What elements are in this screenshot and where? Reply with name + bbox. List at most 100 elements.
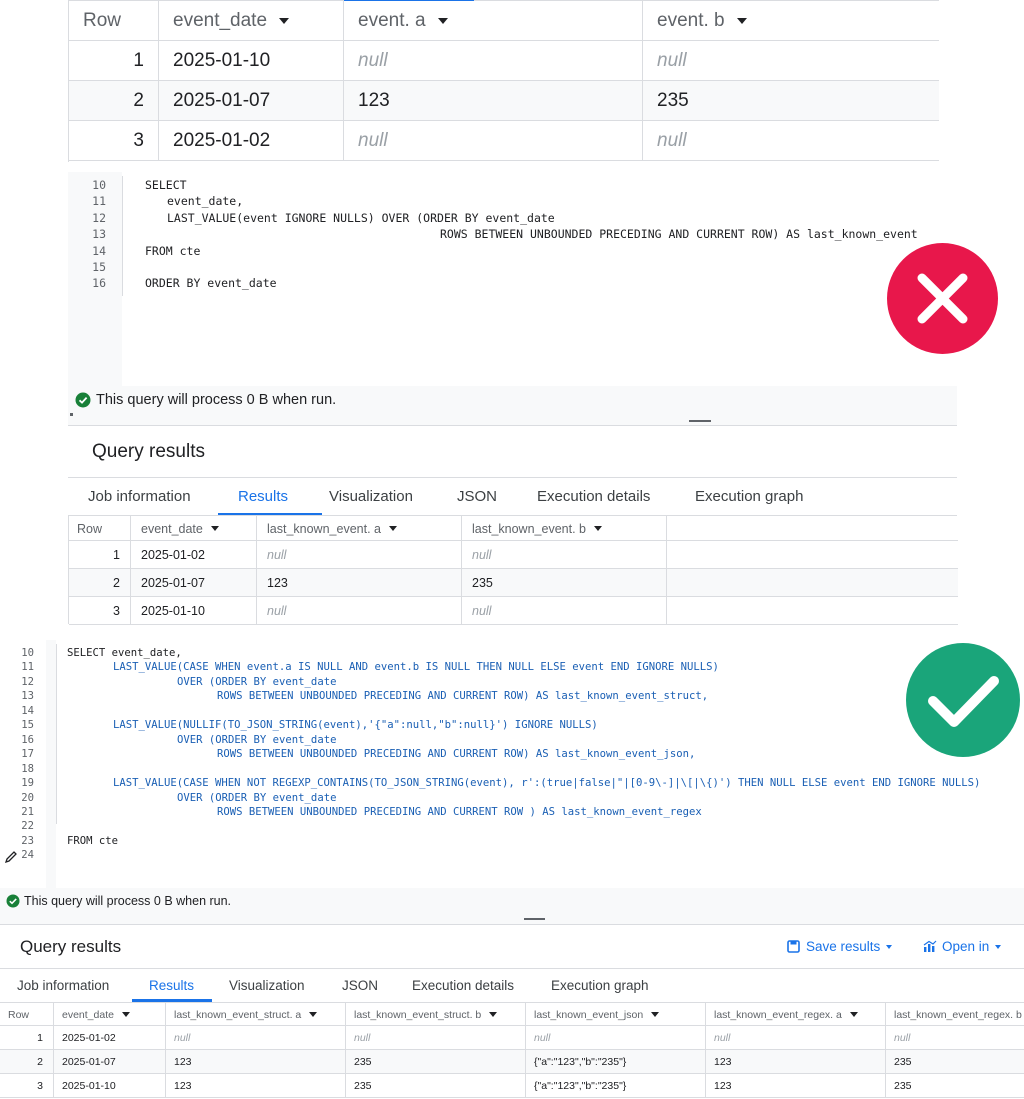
table-cell: 235: [894, 1056, 912, 1068]
tab-execution-graph[interactable]: Execution graph: [551, 978, 649, 993]
tab-job-information[interactable]: Job information: [88, 488, 191, 505]
code-line[interactable]: ROWS BETWEEN UNBOUNDED PRECEDING AND CUR…: [217, 806, 702, 818]
code-line[interactable]: ORDER BY event_date: [145, 276, 277, 290]
line-number: 10: [92, 178, 106, 192]
row-number: 2: [0, 1050, 54, 1074]
check-circle-icon: [75, 392, 91, 413]
results-table-2: Row event_date last_known_event_struct. al…: [0, 1003, 1024, 1099]
table-cell: null: [657, 50, 687, 71]
col-header-row[interactable]: Row: [69, 1, 159, 41]
tab-execution-details[interactable]: Execution details: [537, 488, 650, 505]
column-header[interactable]: Row: [0, 1003, 54, 1026]
table-cell: {"a":"123","b":"235"}: [526, 1050, 706, 1074]
sort-down-icon[interactable]: [736, 18, 747, 24]
column-header[interactable]: last_known_event_regex. a: [706, 1003, 886, 1026]
table-cell: 235: [462, 569, 667, 597]
line-number: 12: [21, 675, 34, 688]
sql-editor-1[interactable]: 10 SELECT 11 event_date, 12 LAST_VALUE(event …: [68, 172, 957, 386]
table-cell: 2025-01-02: [54, 1026, 166, 1050]
table-row: 3 2025-01-02 null null: [69, 121, 939, 161]
table-cell: null: [706, 1026, 886, 1050]
column-header[interactable]: last_known_event. b: [462, 516, 667, 541]
tab-results[interactable]: Results: [149, 978, 194, 993]
sort-down-icon[interactable]: [279, 18, 290, 24]
check-circle-icon: [6, 894, 20, 913]
tab-visualization[interactable]: Visualization: [229, 978, 305, 993]
code-line[interactable]: FROM cte: [67, 835, 118, 847]
code-line[interactable]: LAST_VALUE(CASE WHEN event.a IS NULL AND…: [113, 661, 719, 673]
sort-down-icon[interactable]: [210, 526, 219, 531]
row-number: 3: [69, 597, 131, 625]
code-line[interactable]: ROWS BETWEEN UNBOUNDED PRECEDING AND CUR…: [217, 690, 708, 702]
tab-results[interactable]: Results: [238, 488, 288, 505]
results-tabs-1: Job information Results Visualization JS…: [68, 478, 957, 516]
table-header: Row event_date last_known_event_struct. al…: [0, 1003, 1024, 1026]
column-header[interactable]: last_known_event. a: [257, 516, 462, 541]
filler-cell: [667, 597, 958, 625]
row-number: 3: [0, 1074, 54, 1098]
save-results-button[interactable]: Save results: [787, 939, 893, 954]
tab-execution-graph[interactable]: Execution graph: [695, 488, 803, 505]
column-header[interactable]: last_known_event_json: [526, 1003, 706, 1026]
table-cell: 2025-01-07: [159, 81, 344, 121]
tab-json[interactable]: JSON: [342, 978, 378, 993]
chevron-down-icon: [995, 944, 1002, 949]
row-number: 1: [0, 1026, 54, 1050]
column-header[interactable]: event_date: [131, 516, 257, 541]
code-line[interactable]: LAST_VALUE(NULLIF(TO_JSON_STRING(event),…: [113, 719, 598, 731]
code-line[interactable]: ROWS BETWEEN UNBOUNDED PRECEDING AND CUR…: [217, 748, 695, 760]
sort-down-icon[interactable]: [651, 1012, 660, 1017]
line-number: 13: [21, 690, 34, 703]
sort-down-icon[interactable]: [489, 1012, 498, 1017]
sort-down-icon[interactable]: [309, 1012, 318, 1017]
table-cell: 123: [166, 1050, 346, 1074]
sql-editor-2[interactable]: 10 SELECT event_date, 11 LAST_VALUE(CASE WH…: [0, 640, 1024, 888]
table-cell: 2025-01-10: [131, 597, 257, 625]
table-cell: 235: [894, 1080, 912, 1092]
code-line[interactable]: SELECT event_date,: [67, 647, 182, 659]
sort-down-icon[interactable]: [849, 1012, 858, 1017]
tab-job-information[interactable]: Job information: [17, 978, 109, 993]
row-number: 3: [69, 121, 159, 161]
resize-handle[interactable]: [689, 420, 711, 422]
sort-down-icon[interactable]: [437, 18, 448, 24]
code-line[interactable]: LAST_VALUE(event IGNORE NULLS) OVER (ORD…: [167, 211, 555, 225]
column-header[interactable]: last_known_event_struct. a: [166, 1003, 346, 1026]
open-in-button[interactable]: Open in: [923, 939, 1002, 954]
column-header[interactable]: last_known_event_regex. b: [886, 1003, 1024, 1026]
code-line[interactable]: SELECT: [145, 178, 187, 192]
tab-json[interactable]: JSON: [457, 488, 497, 505]
code-line[interactable]: OVER (ORDER BY event_date: [177, 676, 336, 688]
table-row: 2 2025-01-07 123 235 {"a":"123","b":"235"} 12…: [0, 1050, 1024, 1074]
code-line[interactable]: LAST_VALUE(CASE WHEN NOT REGEXP_CONTAINS…: [113, 777, 980, 789]
column-header[interactable]: event_date: [54, 1003, 166, 1026]
query-status-bar-1: This query will process 0 B when run.: [68, 386, 957, 426]
resize-handle[interactable]: [524, 918, 545, 920]
col-header-event-a[interactable]: event. a: [344, 1, 643, 41]
top-results-table: Row event_date event. a event. b 1 2025-0…: [68, 0, 939, 162]
table-header: Row event_date event. a event. b: [69, 1, 939, 41]
sort-down-icon[interactable]: [593, 526, 602, 531]
code-line[interactable]: FROM cte: [145, 244, 200, 258]
sort-down-icon[interactable]: [388, 526, 397, 531]
line-number: 11: [92, 194, 106, 209]
tab-execution-details[interactable]: Execution details: [412, 978, 514, 993]
edit-pen-icon[interactable]: [4, 850, 18, 869]
code-line[interactable]: OVER (ORDER BY event_date: [177, 792, 336, 804]
col-header-event-date[interactable]: event_date: [159, 1, 344, 41]
table-cell: 2025-01-07: [54, 1050, 166, 1074]
code-line[interactable]: OVER (ORDER BY event_date: [177, 734, 336, 746]
column-header[interactable]: last_known_event_struct. b: [346, 1003, 526, 1026]
code-line[interactable]: event_date,: [167, 194, 243, 208]
tab-visualization[interactable]: Visualization: [329, 488, 413, 505]
column-header[interactable]: Row: [69, 516, 131, 541]
error-x-icon: [887, 243, 998, 354]
row-number: 2: [69, 569, 131, 597]
table-cell: 2025-01-02: [131, 541, 257, 569]
sort-down-icon[interactable]: [121, 1012, 130, 1017]
save-icon: [787, 940, 800, 953]
table-cell: 123: [344, 81, 643, 121]
code-line[interactable]: ROWS BETWEEN UNBOUNDED PRECEDING AND CUR…: [440, 227, 918, 241]
line-number: 14: [21, 704, 34, 717]
col-header-event-b[interactable]: event. b: [643, 1, 940, 41]
